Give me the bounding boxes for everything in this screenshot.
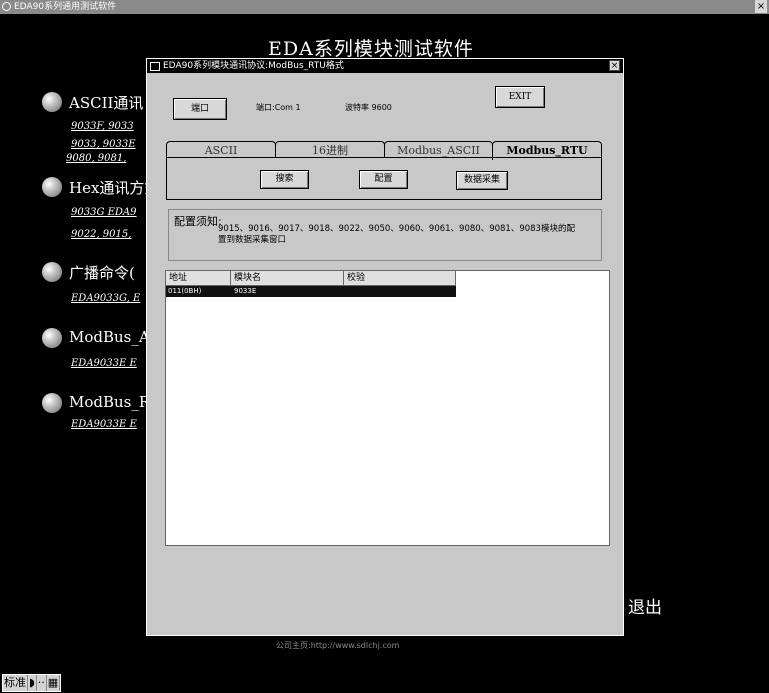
ime-mode[interactable]: 标准 [3, 675, 28, 691]
port-status: 端口:Com 1 [256, 103, 301, 112]
menu-link[interactable]: 9022, 9015, [71, 229, 131, 240]
menu-link[interactable]: 9033G EDA9 [71, 207, 137, 218]
window-icon [150, 62, 160, 71]
dialog-title: EDA90系列模块通讯协议:ModBus_RTU格式 [163, 61, 344, 71]
menu-link[interactable]: 9080, 9081, [66, 153, 126, 164]
app-title: EDA90系列通用测试软件 [14, 2, 117, 12]
column-address[interactable]: 地址 [166, 271, 231, 285]
app-banner: EDA系列模块测试软件 [268, 38, 474, 60]
column-checksum[interactable]: 校验 [344, 271, 456, 285]
baud-status: 波特率 9600 [345, 103, 392, 112]
menu-link[interactable]: EDA9033E E [71, 419, 137, 430]
port-button[interactable]: 端口 [173, 98, 227, 120]
notice-body: 9015、9016、9017、9018、9022、9050、9060、9061、… [218, 224, 575, 245]
ime-toolbar: 标准 ◗ ·· ▦ [2, 674, 62, 692]
column-module-name[interactable]: 模块名 [231, 271, 344, 285]
protocol-dialog: EDA90系列模块通讯协议:ModBus_RTU格式 × 端口 端口:Com 1… [146, 58, 624, 636]
dialog-close-button[interactable]: × [609, 60, 620, 71]
app-close-button[interactable]: × [755, 0, 767, 13]
menu-bullet-icon[interactable] [42, 328, 62, 348]
config-button[interactable]: 配置 [359, 170, 408, 189]
moon-icon[interactable]: ◗ [28, 675, 37, 691]
menu-bullet-icon[interactable] [42, 262, 62, 282]
menu-link[interactable]: 9033F, 9033 [71, 121, 134, 132]
menu-item-ascii[interactable]: ASCII通讯 [69, 92, 143, 113]
keyboard-icon[interactable]: ▦ [47, 675, 61, 691]
menu-link[interactable]: EDA9033E E [71, 358, 137, 369]
data-collect-button[interactable]: 数据采集 [456, 171, 508, 190]
exit-label[interactable]: 退出 [628, 593, 662, 618]
menu-bullet-icon[interactable] [42, 177, 62, 197]
table-row[interactable]: 011(0BH) 9033E [166, 286, 456, 297]
tab-modbus-ascii[interactable]: Modbus_ASCII [384, 141, 493, 158]
dialog-titlebar: EDA90系列模块通讯协议:ModBus_RTU格式 × [147, 59, 623, 73]
menu-bullet-icon[interactable] [42, 92, 62, 112]
menu-item-broadcast[interactable]: 广播命令( [69, 262, 135, 283]
config-notice: 配置须知: 9015、9016、9017、9018、9022、9050、9060… [168, 209, 602, 261]
homepage-link[interactable]: 公司主页:http://www.sdlchj.com [276, 640, 399, 651]
app-icon [2, 2, 11, 11]
cell-address: 011(0BH) [168, 287, 202, 295]
tab-ascii[interactable]: ASCII [166, 141, 276, 158]
exit-button[interactable]: EXIT [495, 86, 545, 108]
notice-heading: 配置须知: [174, 215, 222, 228]
tab-hex[interactable]: 16进制 [275, 141, 385, 158]
list-header: 地址 模块名 校验 [166, 271, 456, 286]
search-button[interactable]: 搜索 [260, 170, 309, 189]
cell-module-name: 9033E [234, 287, 257, 295]
menu-link[interactable]: EDA9033G, E [71, 293, 140, 304]
app-titlebar: EDA90系列通用测试软件 × [0, 0, 769, 14]
module-list[interactable]: 地址 模块名 校验 011(0BH) 9033E [165, 270, 610, 546]
punctuation-icon[interactable]: ·· [37, 675, 47, 691]
menu-link[interactable]: 9033, 9033E [71, 139, 136, 150]
menu-bullet-icon[interactable] [42, 393, 62, 413]
